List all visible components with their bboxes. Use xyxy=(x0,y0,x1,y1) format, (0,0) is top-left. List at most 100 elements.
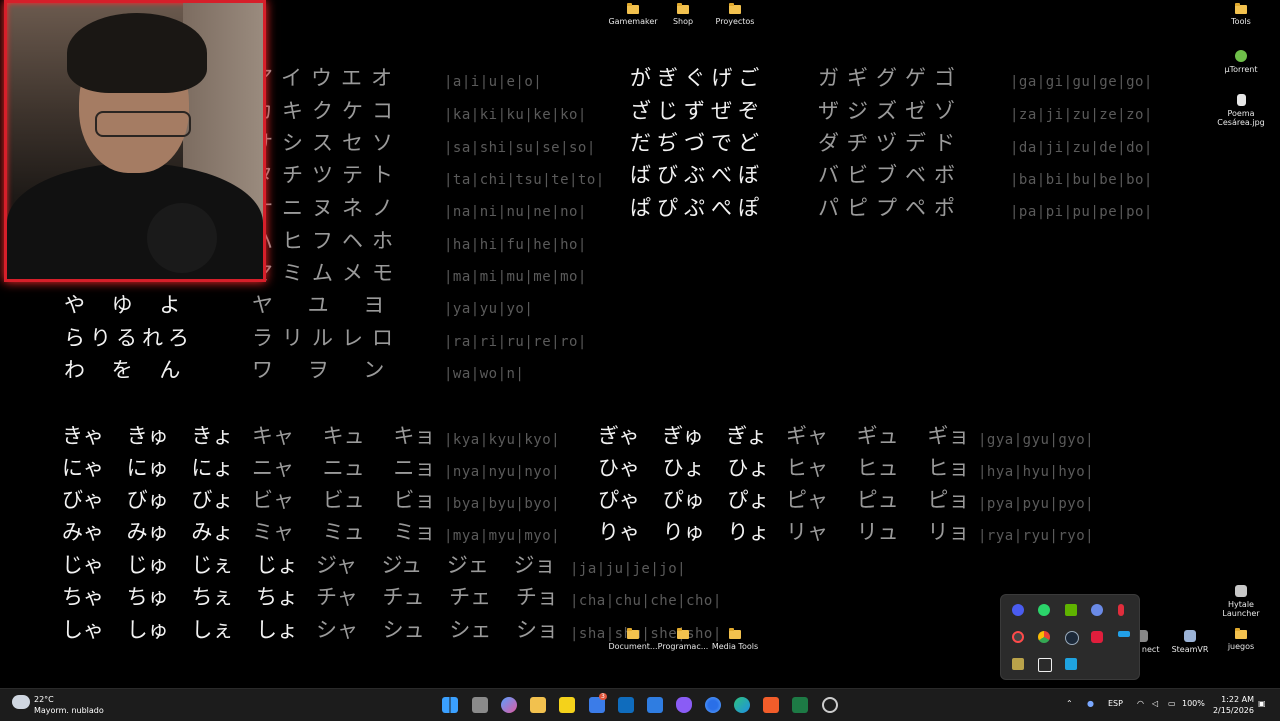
romaji-row: |za|ji|zu|ze|zo| xyxy=(1010,107,1153,123)
settings-gear-icon[interactable] xyxy=(822,697,838,713)
hiragana-row: ざじずぜぞ xyxy=(630,99,765,123)
hiragana-row: じゃ じゅ じぇ じょ xyxy=(62,553,299,577)
romaji-row: |ga|gi|gu|ge|go| xyxy=(1010,74,1153,90)
sticky-notes-icon[interactable] xyxy=(559,697,575,713)
weather-description: Mayorm. nublado xyxy=(34,706,104,715)
obsidian-icon[interactable] xyxy=(676,697,692,713)
romaji-row: |cha|chu|che|cho| xyxy=(570,593,722,609)
app-tray-icon[interactable] xyxy=(1012,658,1024,670)
icon-label: Poema Cesárea.jpg xyxy=(1217,109,1265,127)
romaji-row: |ba|bi|bu|be|bo| xyxy=(1010,172,1153,188)
icon-label: Document... xyxy=(608,642,658,651)
hiragana-row: にゃ にゅ にょ xyxy=(62,456,234,480)
language-indicator[interactable]: ESP xyxy=(1108,699,1123,708)
romaji-row: |bya|byu|byo| xyxy=(444,496,561,512)
desktop-icon-juegos[interactable]: juegos xyxy=(1211,628,1271,651)
hiragana-row: ぎゃ ぎゅ ぎょ xyxy=(598,424,768,448)
icon-label: SteamVR xyxy=(1171,645,1209,654)
edge-icon[interactable] xyxy=(734,697,750,713)
hiragana-row: わ を ん xyxy=(64,358,181,382)
katakana-row: ダヂヅデド xyxy=(818,131,963,155)
folder-icon xyxy=(1235,628,1247,639)
nvidia-icon[interactable] xyxy=(1065,604,1077,616)
folder-icon xyxy=(729,3,741,14)
romaji-row: |kya|kyu|kyo| xyxy=(444,432,561,448)
calendar-icon[interactable] xyxy=(647,697,663,713)
katakana-row: ワ ヲ ン xyxy=(252,358,385,382)
desktop-icon-hytale[interactable]: Hytale Launcher xyxy=(1211,585,1271,618)
whatsapp-icon[interactable] xyxy=(1038,604,1050,616)
romaji-row: |pa|pi|pu|pe|po| xyxy=(1010,204,1153,220)
chrome-icon[interactable] xyxy=(1038,631,1050,643)
app-tray-icon[interactable] xyxy=(1065,658,1077,670)
app-tray-icon[interactable] xyxy=(1012,604,1024,616)
romaji-row: |da|ji|zu|de|do| xyxy=(1010,140,1153,156)
desktop-icon-media-tools[interactable]: Media Tools xyxy=(705,628,765,651)
katakana-row: ピャ ピュ ピョ xyxy=(786,488,970,512)
folder-icon xyxy=(729,628,741,639)
app-tray-icon[interactable] xyxy=(1091,604,1103,616)
romaji-row: |wa|wo|n| xyxy=(444,366,525,382)
steam-icon[interactable] xyxy=(1065,631,1079,645)
battery-icon[interactable]: ▭ xyxy=(1168,699,1176,708)
katakana-row: チャ チュ チェ チョ xyxy=(316,585,558,609)
icon-label: Gamemaker xyxy=(608,17,658,26)
katakana-row: ナニヌネノ xyxy=(252,196,402,220)
hiragana-row: ばびぶべぼ xyxy=(630,163,765,187)
firefox-icon[interactable] xyxy=(705,697,721,713)
weather-cloud-icon xyxy=(12,695,30,709)
utorrent-icon xyxy=(1235,50,1247,62)
wifi-icon[interactable]: ◠ xyxy=(1137,699,1144,708)
webcam-microphone xyxy=(147,203,217,273)
romaji-row: |sa|shi|su|se|so| xyxy=(444,140,596,156)
desktop-icon-shop[interactable]: Shop xyxy=(653,3,713,26)
webcam-person-body xyxy=(7,163,263,279)
brave-icon[interactable] xyxy=(763,697,779,713)
notion-icon[interactable] xyxy=(1038,658,1052,672)
outlook-icon[interactable] xyxy=(618,697,634,713)
hiragana-row: しゃ しゅ しぇ しょ xyxy=(62,618,299,642)
microphone-icon[interactable] xyxy=(1118,604,1124,616)
desktop-icon-poema[interactable]: Poema Cesárea.jpg xyxy=(1211,94,1271,127)
hiragana-row: きゃ きゅ きょ xyxy=(62,424,234,448)
katakana-row: ガギグゲゴ xyxy=(818,66,963,90)
folder-icon xyxy=(627,628,639,639)
katakana-row: リャ リュ リョ xyxy=(786,520,970,544)
clock[interactable]: 1:22 AM 2/15/2026 xyxy=(1213,694,1254,716)
folder-icon xyxy=(677,628,689,639)
desktop-icon-utorrent[interactable]: µTorrent xyxy=(1211,50,1271,74)
romaji-row: |rya|ryu|ryo| xyxy=(978,528,1095,544)
katakana-row: キャ キュ キョ xyxy=(252,424,436,448)
steamvr-icon xyxy=(1184,630,1196,642)
romaji-row: |ha|hi|fu|he|ho| xyxy=(444,237,587,253)
hytale-icon xyxy=(1235,585,1247,597)
copilot-icon[interactable] xyxy=(501,697,517,713)
app-tray-icon[interactable] xyxy=(1012,631,1024,643)
app-tray-icon[interactable] xyxy=(1091,631,1103,643)
romaji-row: |nya|nyu|nyo| xyxy=(444,464,561,480)
hiragana-row: ちゃ ちゅ ちぇ ちょ xyxy=(62,585,299,609)
clock-time: 1:22 AM xyxy=(1221,695,1254,704)
hiragana-row: ぴゃ ぴゅ ぴょ xyxy=(598,488,770,512)
taskbar: 22°C Mayorm. nublado 3 ⌃ ● ESP ◠ ◁ ▭ 100… xyxy=(0,688,1280,721)
katakana-row: タチツテト xyxy=(252,163,402,187)
task-view-icon[interactable] xyxy=(472,697,488,713)
notification-icon[interactable]: ▣ xyxy=(1258,699,1266,708)
katakana-row: マミムメモ xyxy=(252,261,402,285)
desktop-icon-programacion[interactable]: Programac... xyxy=(653,628,713,651)
chevron-up-icon[interactable]: ⌃ xyxy=(1066,699,1073,708)
volume-icon[interactable]: ◁ xyxy=(1152,699,1158,708)
romaji-row: |pya|pyu|pyo| xyxy=(978,496,1095,512)
folder-icon xyxy=(627,3,639,14)
romaji-row: |ta|chi|tsu|te|to| xyxy=(444,172,605,188)
microphone-icon[interactable]: ● xyxy=(1087,699,1094,708)
file-explorer-icon[interactable] xyxy=(530,697,546,713)
tray-overflow-panel xyxy=(1000,594,1140,680)
icon-label: Hytale Launcher xyxy=(1222,600,1260,618)
windows-start-icon[interactable] xyxy=(442,697,458,713)
app-tray-icon[interactable] xyxy=(1118,631,1130,637)
webcam-person-hair xyxy=(67,13,207,93)
excel-icon[interactable] xyxy=(792,697,808,713)
desktop-icon-proyectos[interactable]: Proyectos xyxy=(705,3,765,26)
desktop-icon-tools[interactable]: Tools xyxy=(1211,3,1271,26)
